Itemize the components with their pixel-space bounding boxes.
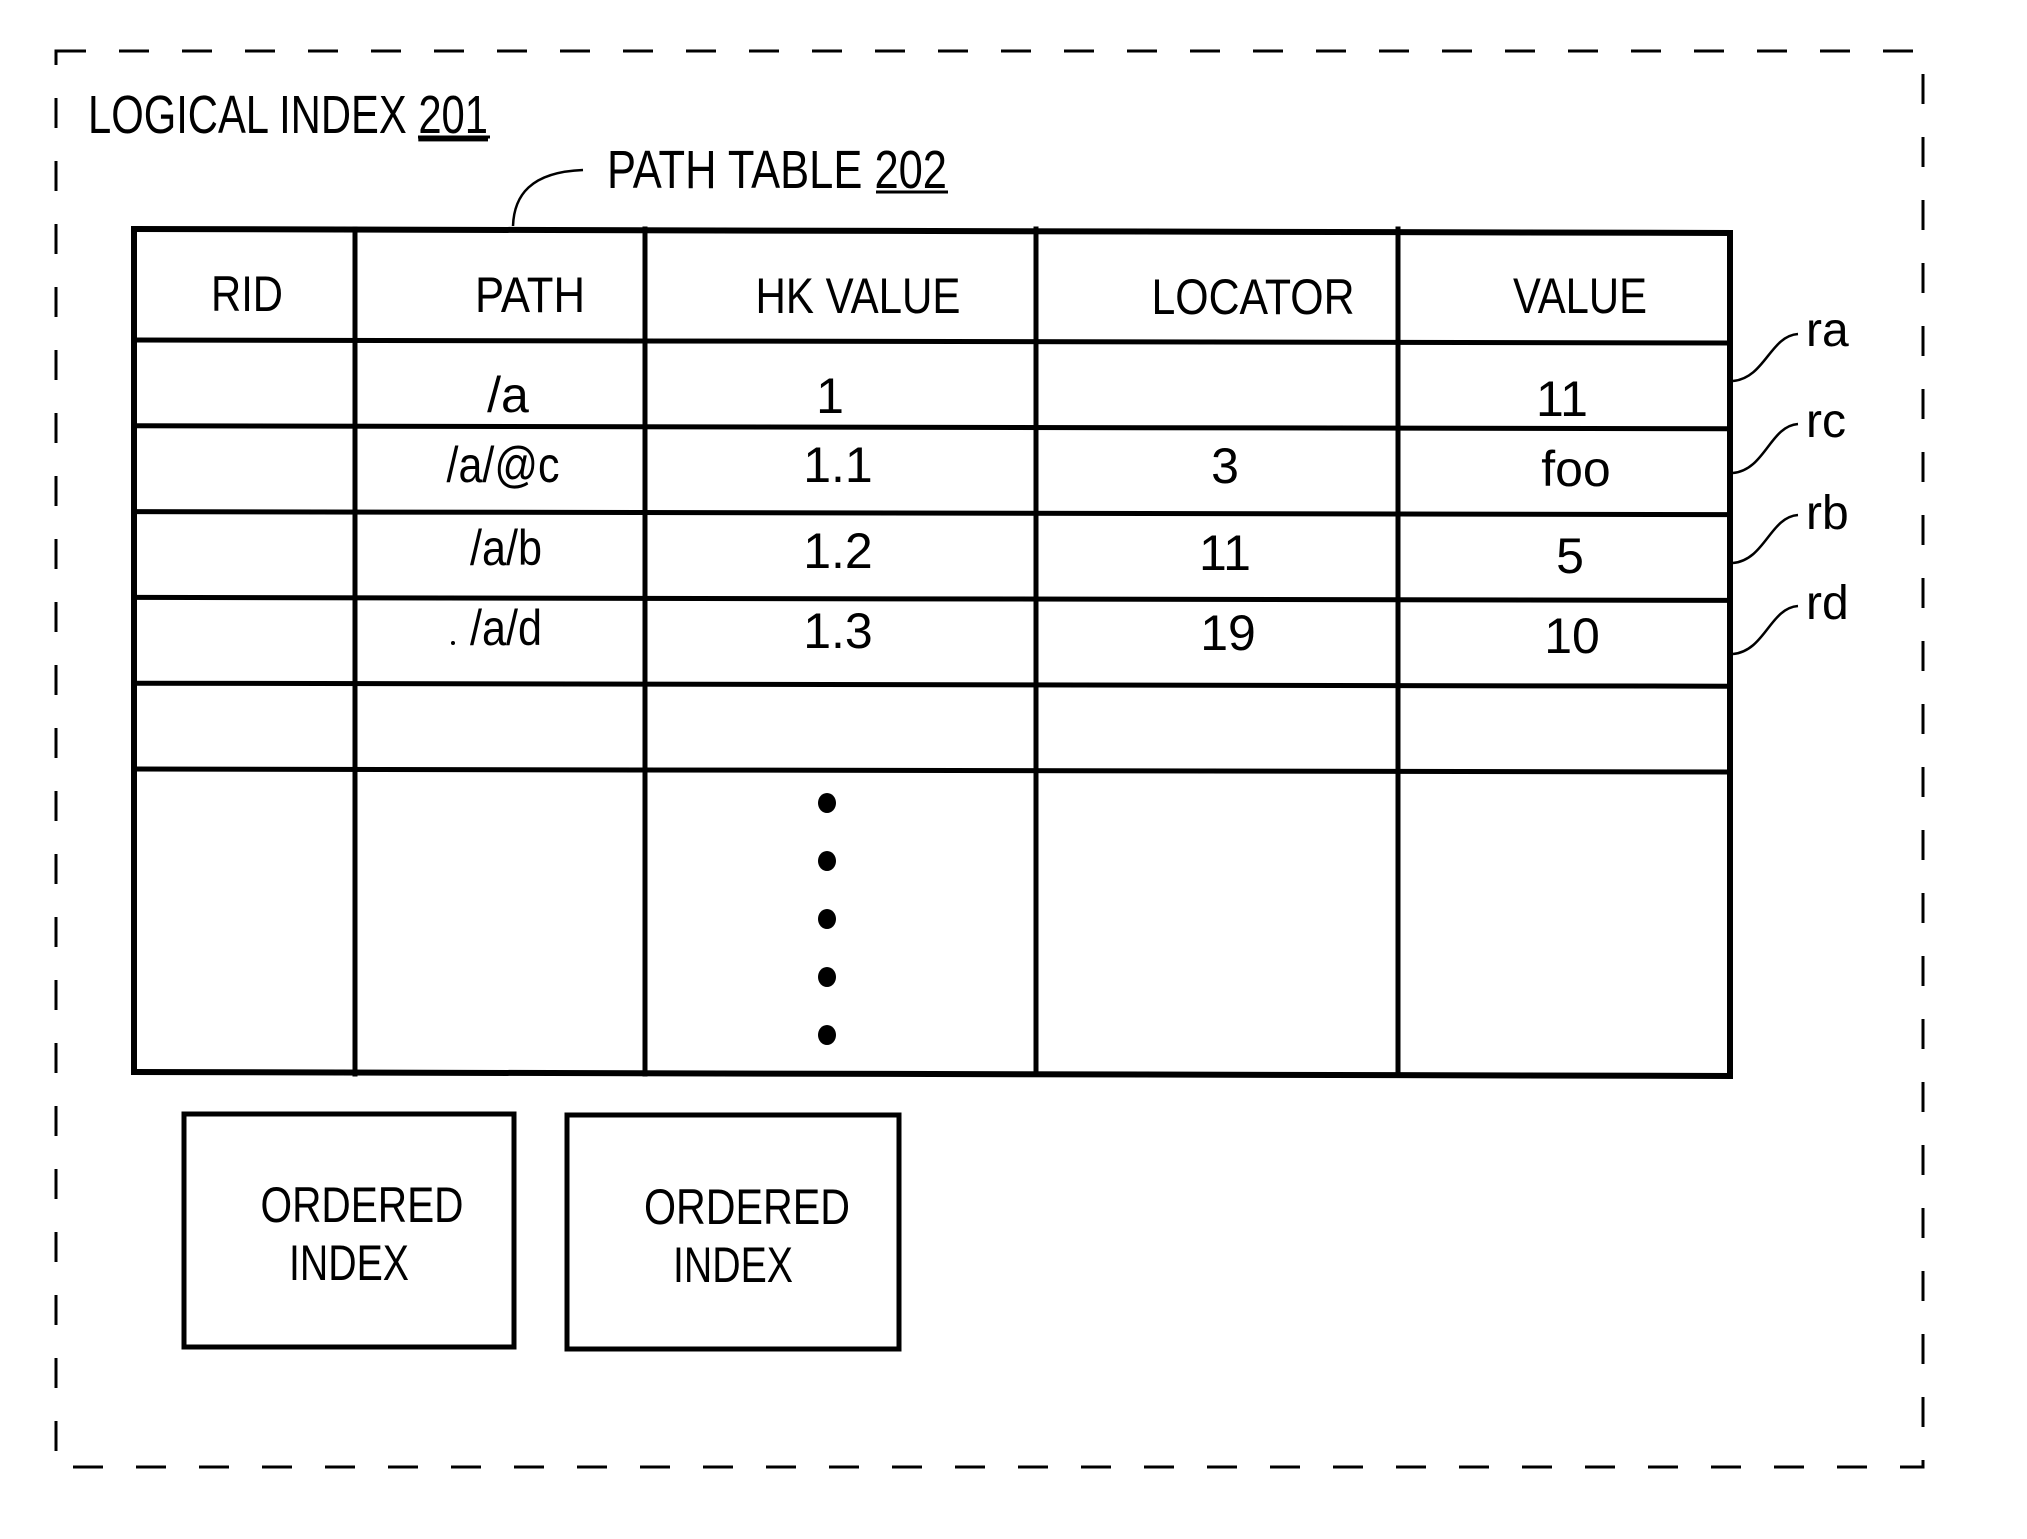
path-table-header: RID PATH HK VALUE LOCATOR VALUE [211,266,1647,325]
continuation-dot [818,967,836,987]
row-label-rb: rb [1806,487,1849,540]
cell-locator: 19 [1200,605,1256,661]
table-row: /a/b 1.2 11 5 [470,520,1584,584]
row-reference-labels: ra rc rb rd [1732,304,1849,656]
path-table-leader-line [511,168,584,227]
continuation-ellipsis-icon [818,793,836,1045]
cell-hk-value: 1 [816,368,844,424]
continuation-dot [818,851,836,871]
row-label-leader-rd [1732,604,1799,656]
cell-hk-value: 1.1 [803,437,873,493]
path-table [130,225,1734,1080]
row-label-leader-rb [1732,513,1799,565]
continuation-dot [818,1025,836,1045]
row-label-leader-ra [1732,332,1799,383]
table-border-top [130,225,1734,237]
row-divider [131,680,1733,689]
column-header-hk-value: HK VALUE [756,268,961,324]
cell-value: 11 [1536,371,1588,427]
stray-dot [451,641,455,645]
continuation-dot [818,793,836,813]
diagram-canvas: LOGICAL INDEX 201 PATH TABLE 202 RID PAT… [54,49,1925,1469]
row-divider [131,337,1733,346]
row-label-leader-rc [1732,422,1799,475]
row-divider [131,423,1733,432]
row-divider [131,766,1733,775]
cell-path: /a/b [470,520,542,576]
column-header-path: PATH [475,267,585,323]
row-label-rd: rd [1806,577,1849,630]
cell-value: 5 [1556,528,1584,584]
ordered-index-label-line2: INDEX [673,1237,793,1293]
path-table-label-text: PATH TABLE [607,140,874,200]
cell-value: 10 [1544,608,1600,664]
ordered-index-label-line1: ORDERED [261,1177,464,1233]
cell-locator: 11 [1199,525,1251,581]
cell-path: /a [487,367,529,423]
column-header-locator: LOCATOR [1152,269,1355,325]
cell-path: /a/@c [447,437,560,493]
cell-value: foo [1541,441,1611,497]
table-border-bottom [130,1068,1734,1080]
column-header-rid: RID [211,266,283,322]
row-divider [131,509,1733,518]
ordered-index-label-line2: INDEX [289,1235,409,1291]
row-label-rc: rc [1806,395,1846,448]
ordered-index-label-line1: ORDERED [644,1179,850,1235]
column-header-value: VALUE [1513,268,1647,324]
ordered-index-box: ORDERED INDEX [564,1112,902,1352]
cell-hk-value: 1.3 [803,603,873,659]
row-divider [131,594,1733,603]
continuation-dot [818,909,836,929]
logical-index-title-text: LOGICAL INDEX [88,85,418,145]
cell-path: /a/d [470,600,542,656]
ordered-index-box: ORDERED INDEX [181,1111,517,1350]
cell-hk-value: 1.2 [803,523,873,579]
cell-locator: 3 [1211,438,1239,494]
table-row: /a/@c 1.1 3 foo [447,437,1611,497]
table-row: /a/d 1.3 19 10 [451,600,1600,664]
row-label-ra: ra [1806,304,1849,357]
